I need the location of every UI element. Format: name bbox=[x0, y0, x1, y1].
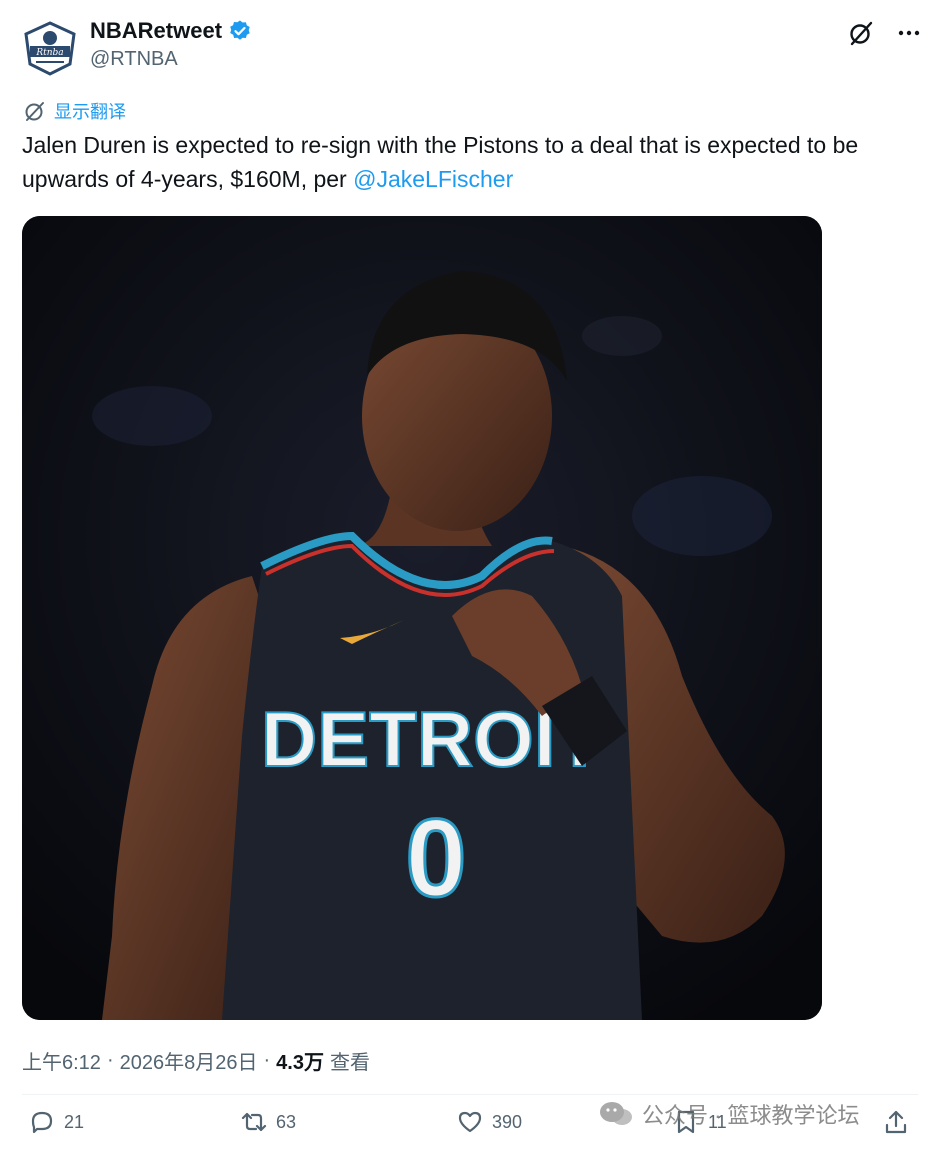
top-actions bbox=[848, 20, 922, 46]
avatar[interactable]: Rtnba bbox=[22, 20, 78, 76]
watermark-text: 公众号 · 篮球教学论坛 bbox=[642, 1103, 860, 1128]
share-icon bbox=[885, 1110, 907, 1134]
tweet-meta: 上午6:12 · 2026年8月26日 · 4.3万 查看 bbox=[22, 1046, 370, 1075]
jersey-number: 0 bbox=[405, 797, 466, 920]
meta-separator: · bbox=[263, 1049, 271, 1071]
retweet-count: 63 bbox=[276, 1111, 297, 1132]
name-row: NBARetweet bbox=[90, 18, 252, 44]
show-translation-link[interactable]: 显示翻译 bbox=[24, 98, 126, 124]
translate-icon bbox=[25, 102, 44, 121]
mention-link[interactable]: @JakeLFischer bbox=[353, 166, 513, 192]
translate-label: 显示翻译 bbox=[54, 102, 126, 122]
tweet-text: Jalen Duren is expected to re-sign with … bbox=[22, 128, 922, 196]
wechat-icon bbox=[600, 1102, 632, 1125]
watermark: 公众号 · 篮球教学论坛 bbox=[598, 1098, 860, 1130]
share-button[interactable] bbox=[882, 1108, 910, 1136]
like-button[interactable]: 390 bbox=[456, 1108, 522, 1136]
tweet-time[interactable]: 上午6:12 bbox=[22, 1046, 101, 1075]
display-name[interactable]: NBARetweet bbox=[90, 18, 222, 44]
grok-icon[interactable] bbox=[848, 20, 874, 46]
tweet-date[interactable]: 2026年8月26日 bbox=[120, 1046, 258, 1075]
more-icon[interactable] bbox=[896, 20, 922, 46]
tweet-header: Rtnba NBARetweet @RTNBA bbox=[22, 16, 922, 76]
reply-icon bbox=[31, 1111, 53, 1134]
verified-badge-icon bbox=[230, 20, 250, 40]
svg-text:Rtnba: Rtnba bbox=[35, 48, 63, 58]
views-label: 查看 bbox=[329, 1052, 370, 1074]
tweet-image[interactable]: DETROIT 0 bbox=[22, 216, 822, 1020]
author-handle[interactable]: @RTNBA bbox=[90, 48, 178, 71]
reply-button[interactable]: 21 bbox=[28, 1108, 84, 1136]
retweet-icon bbox=[241, 1112, 267, 1132]
views-count: 4.3万 bbox=[276, 1052, 324, 1074]
heart-icon bbox=[458, 1111, 482, 1133]
retweet-button[interactable]: 63 bbox=[240, 1108, 296, 1136]
reply-count: 21 bbox=[64, 1111, 85, 1132]
divider bbox=[22, 1094, 918, 1095]
meta-separator: · bbox=[106, 1049, 114, 1071]
like-count: 390 bbox=[492, 1111, 523, 1132]
